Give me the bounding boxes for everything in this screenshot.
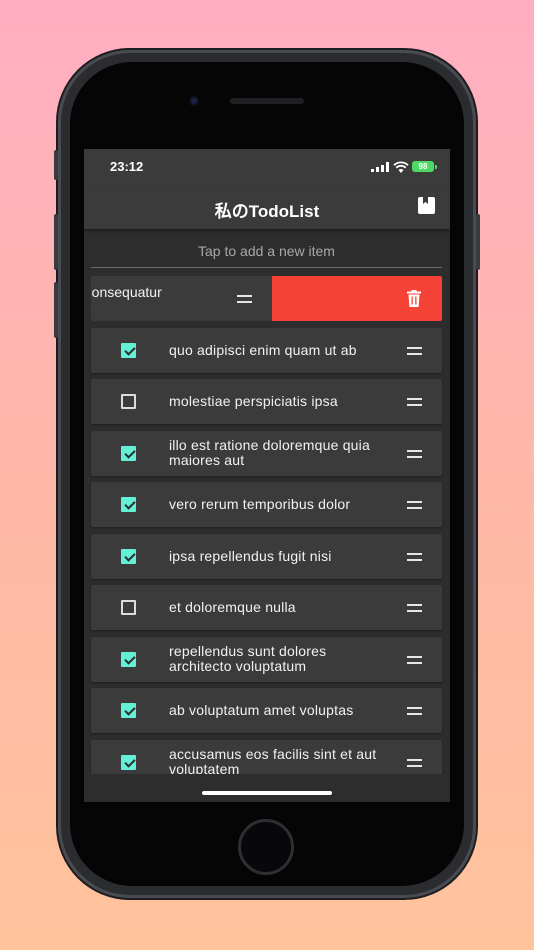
checkbox[interactable]: [121, 394, 136, 409]
power-button: [476, 214, 480, 270]
todo-row[interactable]: quo adipisci enim quam ut ab: [91, 327, 442, 373]
nav-bar: 私のTodoList: [84, 187, 450, 229]
bookmark-icon[interactable]: [418, 197, 435, 214]
drag-handle-icon[interactable]: [407, 398, 422, 406]
drag-handle-icon[interactable]: [407, 604, 422, 612]
cellular-signal-icon: [371, 162, 389, 172]
todo-row[interactable]: molestiae perspiciatis ipsa: [91, 379, 442, 424]
drag-handle-icon[interactable]: [407, 449, 422, 458]
app-screen: 23:12 98 私のTodoList a consequatur: [84, 149, 450, 802]
drag-handle-icon[interactable]: [407, 758, 422, 767]
todo-row[interactable]: illo est ratione doloremque quia maiores…: [91, 430, 442, 476]
checkbox[interactable]: [121, 445, 136, 461]
swiped-todo-row[interactable]: a consequatur: [91, 276, 442, 321]
status-time: 23:12: [110, 159, 144, 174]
front-camera: [189, 96, 199, 106]
checkbox[interactable]: [121, 651, 136, 667]
todo-label: molestiae perspiciatis ipsa: [169, 393, 338, 409]
checkbox[interactable]: [121, 754, 136, 770]
todo-row[interactable]: et doloremque nulla: [91, 585, 442, 630]
drag-handle-icon[interactable]: [407, 655, 422, 664]
todo-label: repellendus sunt dolores architecto volu…: [169, 643, 327, 674]
checkbox[interactable]: [121, 703, 136, 718]
trash-icon: [407, 290, 421, 307]
status-bar: 23:12 98: [84, 149, 450, 187]
drag-handle-icon[interactable]: [237, 295, 252, 303]
volume-down-button: [54, 282, 58, 338]
todo-list: a consequatur quo adipisci enim quam ut …: [84, 276, 450, 774]
checkbox[interactable]: [121, 600, 136, 615]
home-button[interactable]: [238, 819, 294, 875]
checkbox[interactable]: [121, 497, 136, 512]
battery-icon: 98: [412, 161, 437, 172]
drag-handle-icon[interactable]: [407, 552, 422, 561]
drag-handle-icon[interactable]: [407, 707, 422, 715]
todo-label: ab voluptatum amet voluptas: [169, 702, 354, 718]
volume-up-button: [54, 214, 58, 270]
todo-row[interactable]: vero rerum temporibus dolor: [91, 482, 442, 527]
todo-label: vero rerum temporibus dolor: [169, 496, 351, 512]
wifi-icon: [393, 161, 409, 173]
todo-label: a consequatur: [91, 284, 162, 300]
checkbox[interactable]: [121, 342, 136, 358]
checkbox[interactable]: [121, 548, 136, 564]
todo-label: quo adipisci enim quam ut ab: [169, 341, 357, 358]
todo-row[interactable]: ipsa repellendus fugit nisi: [91, 533, 442, 579]
swiped-row-content[interactable]: a consequatur: [91, 276, 272, 321]
drag-handle-icon[interactable]: [407, 501, 422, 509]
todo-row[interactable]: ab voluptatum amet voluptas: [91, 688, 442, 733]
drag-handle-icon[interactable]: [407, 346, 422, 355]
todo-label: et doloremque nulla: [169, 599, 296, 615]
todo-row[interactable]: accusamus eos facilis sint et aut volupt…: [91, 739, 442, 775]
todo-label: ipsa repellendus fugit nisi: [169, 547, 332, 564]
delete-button[interactable]: [272, 276, 442, 321]
earpiece-speaker: [230, 98, 304, 104]
add-item-input[interactable]: [91, 235, 442, 268]
todo-row[interactable]: repellendus sunt dolores architecto volu…: [91, 636, 442, 682]
mute-switch: [54, 150, 58, 180]
todo-label: illo est ratione doloremque quia maiores…: [169, 437, 370, 468]
todo-label: accusamus eos facilis sint et aut volupt…: [169, 746, 377, 775]
home-indicator: [202, 791, 332, 795]
page-title: 私のTodoList: [214, 202, 320, 221]
